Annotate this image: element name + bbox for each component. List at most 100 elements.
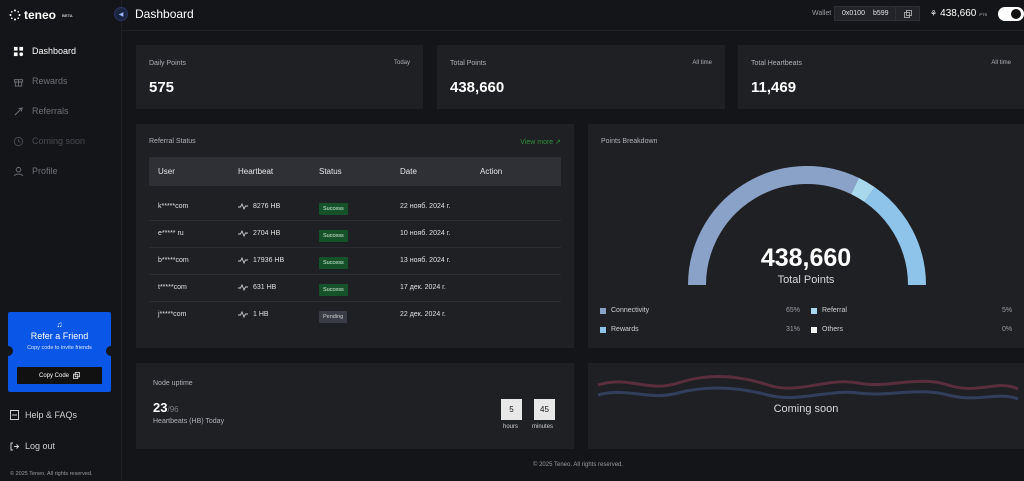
legend-item-rewards: Rewards xyxy=(600,326,639,333)
coming-soon-card: Coming soon xyxy=(588,363,1024,449)
beta-badge: BETA xyxy=(62,12,73,18)
cell-date: 10 нояб. 2024 г. xyxy=(400,230,451,237)
help-label: Help & FAQs xyxy=(25,410,78,420)
cell-user: e***** ru xyxy=(158,230,184,237)
legend-label: Others xyxy=(822,326,844,333)
column-header-status: Status xyxy=(319,167,342,176)
gauge-total-value: 438,660 xyxy=(760,244,852,272)
gauge-segment-referral xyxy=(850,177,875,203)
table-row: e***** ru 2704 HB Success 10 нояб. 2024 … xyxy=(149,221,561,248)
copy-code-label: Copy Code xyxy=(38,372,70,379)
table-row: j*****com 1 HB Pending 22 дек. 2024 г. xyxy=(149,302,561,329)
column-header-action: Action xyxy=(480,167,503,176)
legend-label: Rewards xyxy=(611,326,639,333)
cell-date: 13 нояб. 2024 г. xyxy=(400,257,451,264)
logout-label: Log out xyxy=(25,441,56,451)
referral-status-card: Referral Status View more ↗ User Heartbe… xyxy=(136,124,574,348)
theme-toggle[interactable] xyxy=(998,7,1024,21)
toggle-knob xyxy=(1011,9,1021,19)
heartbeat-value: 8276 HB xyxy=(253,203,281,210)
legend-label: Connectivity xyxy=(611,307,650,314)
points-value: 438,660 xyxy=(940,8,977,19)
help-faqs-link[interactable]: Help & FAQs xyxy=(10,410,77,420)
chevron-left-icon: ◀ xyxy=(118,11,124,18)
cell-heartbeat: 631 HB xyxy=(238,284,276,291)
sidebar-item-label: Rewards xyxy=(32,76,68,86)
table-header: User Heartbeat Status Date Action xyxy=(149,157,561,186)
stat-value: 575 xyxy=(149,79,175,96)
cell-user: k*****com xyxy=(158,203,189,210)
sidebar-item-referrals[interactable]: Referrals xyxy=(0,96,122,126)
sidebar-item-dashboard[interactable]: Dashboard xyxy=(0,36,122,66)
column-header-date: Date xyxy=(400,167,417,176)
heartbeat-value: 17936 HB xyxy=(253,257,285,264)
legend-item-referral: Referral xyxy=(811,307,847,314)
cell-user: j*****com xyxy=(158,311,187,318)
cell-heartbeat: 2704 HB xyxy=(238,230,280,237)
points-balance: ⚘ 438,660 PTS xyxy=(930,8,987,19)
column-header-heartbeat: Heartbeat xyxy=(238,167,274,176)
legend-swatch xyxy=(600,307,606,314)
help-icon xyxy=(10,410,19,420)
table-row: k*****com 8276 HB Success 22 нояб. 2024 … xyxy=(149,194,561,221)
legend-item-others: Others xyxy=(811,326,843,333)
heartbeat-icon xyxy=(238,284,248,291)
legend-percent: 65% xyxy=(786,307,801,314)
uptime-label: Heartbeats (HB) Today xyxy=(153,418,225,425)
legend-swatch xyxy=(600,326,606,333)
minutes-value: 45 xyxy=(534,399,555,420)
heartbeat-icon xyxy=(238,257,248,264)
sidebar-item-label: Dashboard xyxy=(32,46,77,56)
sidebar-item-rewards[interactable]: Rewards xyxy=(0,66,122,96)
points-icon: ⚘ xyxy=(930,9,938,18)
status-badge: Success xyxy=(319,257,348,269)
legend-percent: 5% xyxy=(1002,307,1013,314)
clock-icon xyxy=(13,136,24,146)
status-badge: Success xyxy=(319,203,348,215)
section-title: Node uptime xyxy=(153,380,193,387)
sidebar-nav: Dashboard Rewards Referrals Coming soon … xyxy=(0,36,122,186)
logout-link[interactable]: Log out xyxy=(10,441,55,451)
sidebar-item-label: Referrals xyxy=(32,106,69,116)
cell-user: b*****com xyxy=(158,257,189,264)
rocket-icon xyxy=(14,106,23,115)
cell-heartbeat: 1 HB xyxy=(238,311,269,318)
wallet-address-start: 0x0100 xyxy=(842,10,865,17)
heartbeat-value: 2704 HB xyxy=(253,230,281,237)
cell-heartbeat: 17936 HB xyxy=(238,257,284,264)
status-badge: Success xyxy=(319,284,348,296)
copy-wallet-button[interactable] xyxy=(895,7,919,20)
uptime-count: 23/96 xyxy=(153,400,179,415)
stat-card-total-points: Total Points All time 438,660 xyxy=(437,45,725,109)
footer-copyright: © 2025 Teneo. All rights reserved. xyxy=(533,462,624,468)
teneo-logo-icon xyxy=(9,9,21,21)
legend-item-connectivity: Connectivity xyxy=(600,307,649,314)
minutes-label: minutes xyxy=(532,424,554,430)
brand-logo[interactable]: teneo BETA xyxy=(9,8,73,22)
view-more-link[interactable]: View more ↗ xyxy=(520,138,561,146)
sidebar-item-profile[interactable]: Profile xyxy=(0,156,122,186)
copy-code-button[interactable]: Copy Code xyxy=(17,367,102,384)
bell-icon: ♫ xyxy=(56,320,63,329)
table-row: t*****com 631 HB Success 17 дек. 2024 г. xyxy=(149,275,561,302)
gift-icon xyxy=(13,78,24,87)
wallet-label: Wallet xyxy=(812,10,832,17)
stat-tag: Today xyxy=(393,60,410,66)
logout-icon xyxy=(10,442,19,450)
card-notch xyxy=(106,346,111,356)
refer-friend-card: ♫ Refer a Friend Copy code to invite fri… xyxy=(8,312,111,392)
back-button[interactable]: ◀ xyxy=(114,7,128,21)
refer-title: Refer a Friend xyxy=(30,331,89,341)
sidebar-copyright: © 2025 Teneo. All rights reserved. xyxy=(10,471,93,477)
heartbeat-value: 1 HB xyxy=(253,311,269,318)
cell-date: 17 дек. 2024 г. xyxy=(400,284,446,291)
cell-date: 22 нояб. 2024 г. xyxy=(400,203,451,210)
sidebar-item-coming-soon: Coming soon xyxy=(0,126,122,156)
cell-user: t*****com xyxy=(158,284,187,291)
table-row: b*****com 17936 HB Success 13 нояб. 2024… xyxy=(149,248,561,275)
node-uptime-card: Node uptime 23/96 Heartbeats (HB) Today … xyxy=(136,363,574,449)
stat-tag: All time xyxy=(991,60,1011,66)
stat-label: Daily Points xyxy=(149,60,186,67)
section-title: Referral Status xyxy=(149,138,196,145)
card-notch xyxy=(8,346,13,356)
